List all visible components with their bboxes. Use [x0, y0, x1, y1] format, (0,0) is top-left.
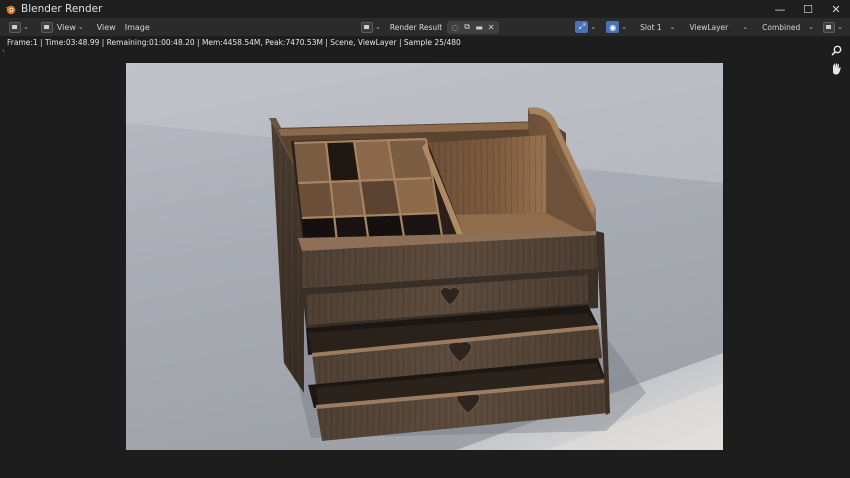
display-channels-button[interactable]: ⌄ — [820, 19, 846, 35]
chevron-down-icon: ⌄ — [808, 23, 815, 31]
chevron-down-icon: ⌄ — [375, 23, 381, 31]
chevron-down-icon: ⌄ — [837, 23, 843, 31]
view-mode-label: View — [56, 22, 76, 32]
menu-view[interactable]: View — [97, 23, 116, 32]
view-mode-dropdown[interactable]: View ⌄ — [38, 19, 87, 35]
view-layer-label: ViewLayer — [689, 22, 729, 32]
pass-label: Combined — [762, 22, 801, 32]
window-title: Blender Render — [21, 3, 103, 15]
duplicate-icon[interactable]: ⧉ — [462, 22, 472, 32]
window-controls: — ☐ ✕ — [766, 0, 850, 18]
close-button[interactable]: ✕ — [822, 0, 850, 18]
view-layer-dropdown[interactable]: ViewLayer ⌄ — [686, 20, 753, 34]
render-stats: Frame:1 | Time:03:48.99 | Remaining:01:0… — [7, 38, 461, 47]
gizmo-toggle[interactable]: ⤢ ⌄ — [572, 19, 599, 35]
maximize-button[interactable]: ☐ — [794, 0, 822, 18]
editor-type-button[interactable]: ⌄ — [6, 19, 32, 35]
view-mode-icon — [40, 21, 53, 33]
overlay-toggle[interactable]: ◉ ⌄ — [603, 19, 630, 35]
chevron-down-icon: ⌄ — [742, 23, 749, 31]
chevron-down-icon: ⌄ — [77, 23, 84, 31]
image-editor-icon — [9, 21, 21, 33]
chevron-down-icon: ⌄ — [669, 23, 676, 31]
image-editor-header: ⌄ View ⌄ View Image ⌄ Render Result ◌ ⧉ … — [0, 18, 850, 36]
chevron-down-icon: ⌄ — [23, 23, 29, 31]
fake-user-icon[interactable]: ◌ — [450, 22, 460, 32]
slot-label: Slot 1 — [640, 22, 662, 32]
overlay-icon: ◉ — [606, 21, 620, 33]
slot-dropdown[interactable]: Slot 1 ⌄ — [636, 20, 679, 34]
folder-icon[interactable]: ▬ — [474, 22, 484, 32]
chevron-down-icon: ⌄ — [621, 23, 628, 31]
hand-pan-icon[interactable] — [829, 62, 843, 76]
display-channels-icon — [823, 21, 836, 33]
pass-dropdown[interactable]: Combined ⌄ — [758, 20, 818, 34]
image-action-buttons: ◌ ⧉ ▬ ✕ — [447, 20, 500, 34]
unlink-icon[interactable]: ✕ — [486, 22, 496, 32]
blender-logo-icon — [5, 5, 16, 15]
browse-image-button[interactable]: ⌄ — [358, 19, 384, 35]
render-result-name[interactable]: Render Result — [390, 23, 442, 32]
gizmo-icon: ⤢ — [575, 21, 589, 33]
render-result-image[interactable] — [126, 63, 723, 450]
sidebar-expander-icon[interactable]: ‹ — [2, 47, 5, 55]
menu-image[interactable]: Image — [125, 23, 150, 32]
zoom-icon[interactable] — [829, 43, 843, 57]
header-right-group: ⤢ ⌄ ◉ ⌄ Slot 1 ⌄ ViewLayer ⌄ Combined ⌄ … — [572, 19, 850, 35]
window-titlebar: Blender Render — ☐ ✕ — [0, 0, 850, 18]
image-browse-icon — [361, 21, 373, 33]
chevron-down-icon: ⌄ — [590, 23, 597, 31]
minimize-button[interactable]: — — [766, 0, 794, 18]
render-result-group: ⌄ Render Result ◌ ⧉ ▬ ✕ — [358, 19, 500, 35]
